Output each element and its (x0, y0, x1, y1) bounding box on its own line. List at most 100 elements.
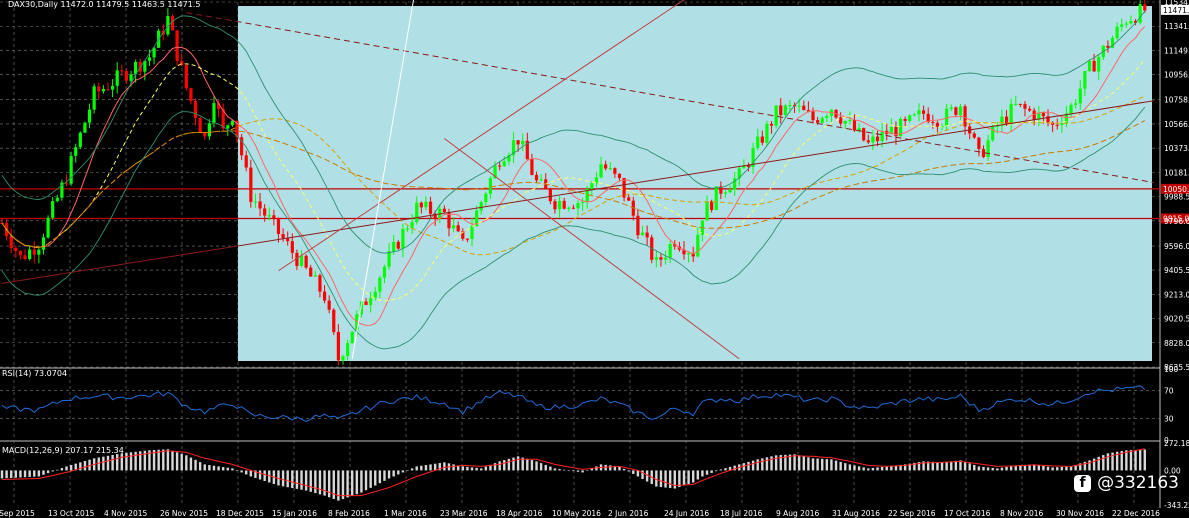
candle-body (1055, 124, 1059, 126)
macd-histogram-bar (802, 456, 805, 471)
macd-histogram-bar (1005, 466, 1008, 471)
macd-histogram-bar (1042, 465, 1045, 471)
macd-histogram-bar (526, 458, 529, 471)
candle-body (410, 222, 414, 229)
price-axis-label: 11341.5 (1164, 22, 1189, 31)
candle-body (816, 120, 820, 123)
brand-handle: @332163 (1097, 473, 1179, 493)
time-axis-label: 18 Jul 2016 (720, 509, 763, 518)
candle-body (1124, 23, 1128, 25)
macd-histogram-bar (28, 470, 31, 477)
macd-histogram-bar (309, 470, 312, 492)
candle-body (949, 107, 953, 109)
macd-histogram-bar (189, 457, 193, 471)
candle-body (705, 201, 709, 221)
candle-body (124, 71, 129, 81)
candle-body (346, 343, 350, 357)
candle-body (14, 247, 18, 251)
candle-body (1078, 88, 1082, 104)
macd-histogram-bar (816, 458, 819, 471)
candle-body (207, 123, 211, 137)
macd-histogram-bar (369, 470, 372, 488)
macd-histogram-bar (977, 466, 981, 471)
macd-histogram-bar (572, 470, 575, 472)
candle-body (106, 89, 110, 91)
candle-body (1083, 71, 1087, 89)
candle-body (963, 106, 967, 127)
macd-histogram-bar (839, 461, 842, 471)
macd-histogram-bar (830, 459, 833, 471)
candle-body (23, 255, 27, 260)
price-axis-label: 10758.5 (1164, 96, 1189, 105)
facebook-icon: f (1074, 474, 1092, 492)
macd-histogram-bar (581, 470, 584, 473)
rsi-axis-label: 30 (1164, 415, 1174, 424)
macd-histogram-bar (807, 457, 810, 471)
candle-body (1009, 104, 1013, 124)
macd-histogram-bar (221, 467, 225, 471)
macd-histogram-bar (111, 454, 114, 471)
macd-histogram-bar (751, 460, 755, 471)
macd-histogram-bar (37, 470, 41, 477)
candle-body (304, 255, 308, 268)
macd-histogram-bar (936, 462, 939, 471)
macd-histogram-bar (97, 457, 100, 471)
macd-panel-title: MACD(12,26,9) 207.17 215.34 (2, 446, 124, 455)
candle-body (424, 201, 428, 208)
macd-histogram-bar (129, 452, 133, 471)
candle-body (599, 164, 603, 178)
candle-body (1143, 4, 1147, 11)
candle-body (115, 70, 119, 86)
macd-histogram-bar (770, 456, 773, 471)
macd-histogram-bar (678, 470, 681, 488)
macd-histogram-bar (609, 465, 612, 471)
candle-body (465, 238, 470, 240)
time-axis-label: 1 Sep 2015 (0, 509, 35, 518)
candle-body (756, 136, 760, 149)
candle-body (336, 332, 340, 361)
price-axis-label: 8828.0 (1164, 339, 1189, 348)
macd-histogram-bar (10, 470, 13, 478)
candle-body (87, 109, 92, 123)
candle-body (110, 85, 115, 90)
macd-histogram-bar (475, 467, 478, 471)
candle-body (272, 215, 276, 219)
candle-body (281, 234, 285, 239)
candle-body (880, 130, 884, 142)
macd-histogram-bar (682, 470, 686, 486)
macd-histogram-bar (756, 459, 759, 471)
macd-histogram-bar (433, 463, 437, 471)
macd-histogram-bar (461, 466, 464, 471)
macd-histogram-bar (217, 466, 220, 471)
time-axis-label: 4 Nov 2015 (104, 509, 147, 518)
candle-body (908, 115, 912, 121)
macd-histogram-bar (867, 468, 870, 471)
macd-histogram-bar (857, 466, 861, 471)
candle-body (557, 200, 562, 210)
macd-histogram-bar (397, 470, 400, 475)
macd-histogram-bar (387, 470, 391, 479)
price-axis-label: 9796.0 (1164, 217, 1189, 226)
macd-histogram-bar (360, 470, 363, 493)
macd-histogram-bar (1092, 458, 1096, 471)
macd-histogram-bar (876, 467, 879, 471)
macd-histogram-bar (567, 470, 570, 471)
candle-body (802, 105, 806, 111)
candle-body (903, 118, 907, 121)
candle-body (189, 88, 193, 101)
macd-histogram-bar (774, 455, 778, 471)
macd-histogram-bar (235, 470, 239, 471)
rsi-axis-label: 100 (1164, 365, 1179, 374)
macd-histogram-bar (295, 470, 299, 489)
time-axis-label: 9 Aug 2016 (776, 509, 819, 518)
time-axis-label: 31 Aug 2016 (832, 509, 880, 518)
candle-body (129, 74, 133, 81)
macd-histogram-bar (125, 452, 128, 471)
macd-histogram-bar (1009, 466, 1013, 471)
time-axis-label: 13 Oct 2015 (48, 509, 95, 518)
macd-histogram-bar (83, 461, 87, 471)
candle-body (590, 183, 594, 189)
candle-body (779, 105, 783, 116)
candle-body (820, 117, 824, 123)
macd-histogram-bar (364, 470, 368, 491)
